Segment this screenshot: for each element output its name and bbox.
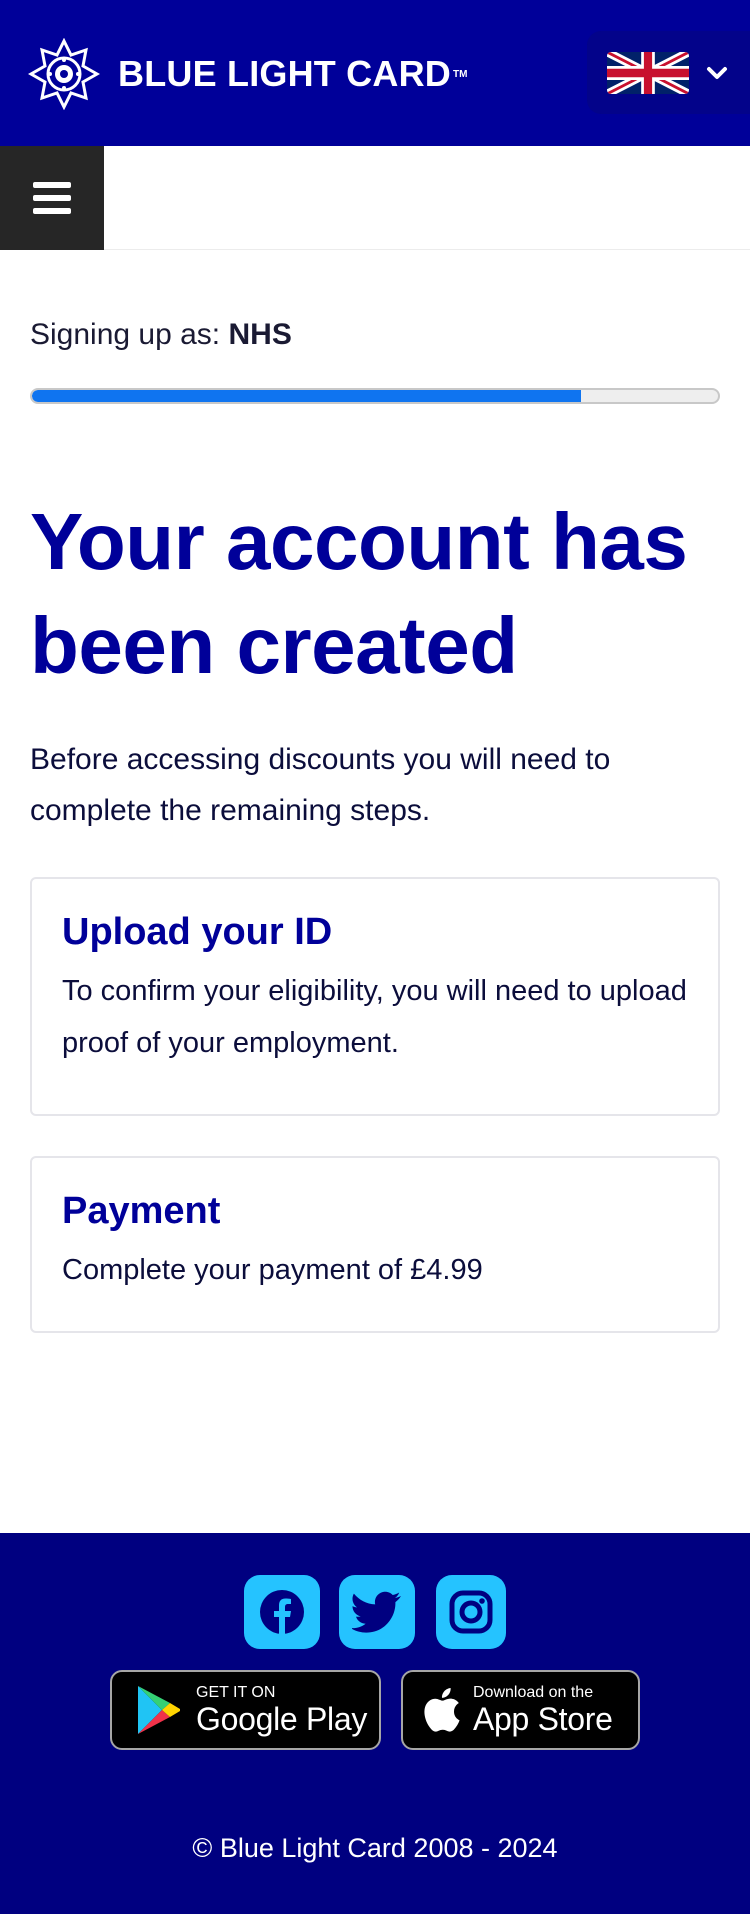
menu-button[interactable]	[0, 146, 104, 250]
blue-light-star-icon	[28, 38, 100, 110]
app-store-small-text: Download on the	[473, 1684, 594, 1701]
step-title[interactable]: Upload your ID	[62, 909, 688, 955]
language-selector[interactable]	[587, 31, 750, 114]
step-card-payment[interactable]: Payment Complete your payment of £4.99	[30, 1156, 720, 1333]
instagram-link[interactable]	[436, 1575, 506, 1649]
uk-flag-icon	[607, 51, 689, 94]
site-footer: GET IT ON Google Play Download on the Ap…	[0, 1533, 750, 1914]
step-title[interactable]: Payment	[62, 1188, 688, 1234]
signup-progress-fill	[32, 390, 581, 402]
google-play-badge[interactable]: GET IT ON Google Play	[110, 1670, 381, 1750]
intro-text: Before accessing discounts you will need…	[30, 743, 611, 827]
step-description: Complete your payment of £4.99	[62, 1254, 483, 1286]
brand-logo[interactable]: BLUE LIGHT CARD TM	[28, 38, 467, 110]
facebook-icon	[260, 1590, 304, 1634]
twitter-link[interactable]	[339, 1575, 415, 1649]
google-play-small-text: GET IT ON	[196, 1684, 276, 1701]
step-card-upload-id[interactable]: Upload your ID To confirm your eligibili…	[30, 877, 720, 1116]
app-store-text: Download on the App Store	[473, 1684, 613, 1736]
google-play-text: GET IT ON Google Play	[196, 1684, 367, 1736]
signup-value: NHS	[228, 318, 292, 351]
brand-trademark: TM	[452, 68, 468, 80]
copyright-text: © Blue Light Card 2008 - 2024	[192, 1833, 558, 1863]
signup-label: Signing up as:	[30, 318, 229, 351]
top-header: BLUE LIGHT CARD TM	[0, 0, 750, 146]
page-title: Your account has been created	[30, 497, 688, 690]
signup-progress-bar	[30, 388, 720, 404]
instagram-icon	[449, 1590, 493, 1634]
app-store-badge[interactable]: Download on the App Store	[401, 1670, 640, 1750]
app-store-big-text: App Store	[473, 1701, 613, 1737]
signup-organisation: Signing up as: NHS	[30, 318, 292, 352]
twitter-icon	[352, 1591, 401, 1633]
step-description: To confirm your eligibility, you will ne…	[62, 975, 687, 1059]
chevron-down-icon	[707, 66, 727, 79]
facebook-link[interactable]	[244, 1575, 320, 1649]
navigation-bar	[0, 146, 750, 250]
google-play-icon	[138, 1686, 180, 1734]
apple-icon	[424, 1688, 460, 1732]
brand-name: BLUE LIGHT CARD	[118, 53, 451, 94]
hamburger-menu-icon	[33, 182, 71, 214]
google-play-big-text: Google Play	[196, 1701, 368, 1737]
